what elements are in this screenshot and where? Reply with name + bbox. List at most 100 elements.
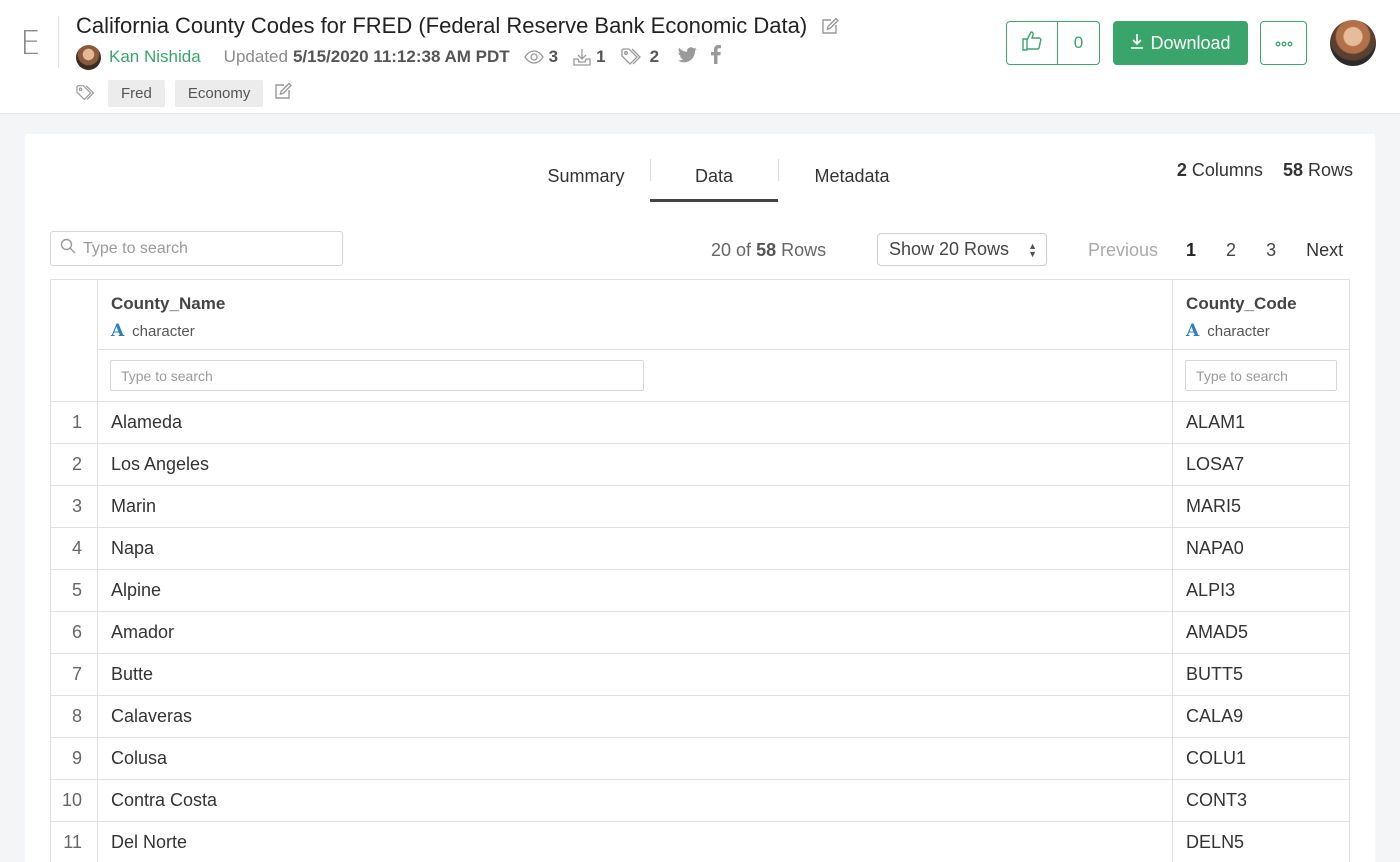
row-number: 9 <box>50 737 98 780</box>
table-row[interactable]: 11 Del Norte DELN5 <box>50 821 1350 862</box>
table-row[interactable]: 1 Alameda ALAM1 <box>50 401 1350 444</box>
tab-data[interactable]: Data <box>650 151 778 202</box>
facebook-icon[interactable] <box>711 45 722 69</box>
download-button[interactable]: Download <box>1113 21 1248 65</box>
rows-per-page-select[interactable]: Show 20 Rows ▲ ▼ <box>877 233 1047 266</box>
updated-timestamp: 5/15/2020 11:12:38 AM PDT <box>292 47 510 66</box>
tag-economy[interactable]: Economy <box>174 79 264 107</box>
county-code-filter-input[interactable] <box>1196 367 1336 384</box>
filter-cell-county-name <box>96 349 1174 402</box>
more-options-button[interactable] <box>1260 21 1307 65</box>
table-row[interactable]: 2 Los Angeles LOSA7 <box>50 443 1350 486</box>
edit-tags-icon[interactable] <box>273 81 293 106</box>
view-tabs: Summary Data Metadata <box>522 151 926 202</box>
like-group: 0 <box>1006 21 1100 65</box>
search-input[interactable] <box>83 239 323 258</box>
dataset-dimensions: 2 Columns 58 Rows <box>1177 160 1353 181</box>
county-code-cell: NAPA0 <box>1172 527 1350 570</box>
county-name-cell: Alpine <box>96 569 1174 612</box>
row-number: 1 <box>50 401 98 444</box>
county-name-cell: Del Norte <box>96 821 1174 862</box>
row-number: 3 <box>50 485 98 528</box>
row-count-summary: 20 of 58 Rows <box>711 240 826 261</box>
column-name: County_Name <box>110 294 226 313</box>
character-type-icon: A <box>110 321 125 341</box>
county-name-filter-input[interactable] <box>120 367 643 384</box>
tab-summary[interactable]: Summary <box>522 151 650 202</box>
row-number: 2 <box>50 443 98 486</box>
eye-icon <box>523 50 544 64</box>
column-type-label: character <box>1207 322 1270 340</box>
table-row[interactable]: 4 Napa NAPA0 <box>50 527 1350 570</box>
column-name: County_Code <box>1186 294 1297 313</box>
title-row: California County Codes for FRED (Federa… <box>76 13 841 39</box>
page-2-button[interactable]: 2 <box>1226 240 1236 261</box>
download-tray-icon <box>573 48 591 66</box>
page-3-button[interactable]: 3 <box>1266 240 1276 261</box>
county-code-cell: COLU1 <box>1172 737 1350 780</box>
of-label: of <box>736 240 752 260</box>
dataset-meta: Kan Nishida Updated 5/15/2020 11:12:38 A… <box>76 44 722 70</box>
table-row[interactable]: 10 Contra Costa CONT3 <box>50 779 1350 822</box>
tags-stat: 2 <box>620 47 660 67</box>
row-number: 4 <box>50 527 98 570</box>
data-card: Summary Data Metadata 2 Columns 58 Rows … <box>25 134 1375 862</box>
share-links <box>678 45 722 69</box>
county-name-cell: Marin <box>96 485 1174 528</box>
county-code-cell: LOSA7 <box>1172 443 1350 486</box>
county-name-cell: Napa <box>96 527 1174 570</box>
column-header-county-code[interactable]: County_Code A character <box>1172 279 1350 350</box>
downloads-stat: 1 <box>573 47 606 67</box>
like-count[interactable]: 0 <box>1058 22 1099 64</box>
tab-metadata[interactable]: Metadata <box>778 151 926 202</box>
page-1-button[interactable]: 1 <box>1186 240 1196 261</box>
tag-fred[interactable]: Fred <box>108 79 165 107</box>
filter-box <box>1185 360 1337 391</box>
column-type-label: character <box>132 322 195 340</box>
author-avatar[interactable] <box>76 44 101 70</box>
table-search <box>50 231 343 266</box>
app-logo[interactable]: E <box>20 26 41 59</box>
ellipsis-icon <box>1274 34 1294 52</box>
county-code-cell: DELN5 <box>1172 821 1350 862</box>
table-row[interactable]: 9 Colusa COLU1 <box>50 737 1350 780</box>
county-name-cell: Alameda <box>96 401 1174 444</box>
previous-page-button[interactable]: Previous <box>1088 240 1158 261</box>
pagination: Previous 1 2 3 Next <box>1088 240 1343 261</box>
row-number: 6 <box>50 611 98 654</box>
tags-row: Fred Economy <box>76 79 293 107</box>
dataset-title: California County Codes for FRED (Federa… <box>76 13 808 38</box>
total-count: 58 <box>756 240 777 260</box>
like-button[interactable] <box>1007 22 1058 64</box>
downloads-count: 1 <box>596 47 606 66</box>
table-row[interactable]: 6 Amador AMAD5 <box>50 611 1350 654</box>
county-name-cell: Amador <box>96 611 1174 654</box>
author-link[interactable]: Kan Nishida <box>109 47 201 67</box>
row-number: 11 <box>50 821 98 862</box>
county-code-cell: ALAM1 <box>1172 401 1350 444</box>
filter-cell-county-code <box>1172 349 1350 402</box>
county-code-cell: MARI5 <box>1172 485 1350 528</box>
row-number-header <box>50 279 98 402</box>
table-row[interactable]: 5 Alpine ALPI3 <box>50 569 1350 612</box>
table-row[interactable]: 3 Marin MARI5 <box>50 485 1350 528</box>
edit-title-icon[interactable] <box>819 15 841 37</box>
column-type: A character <box>111 321 1160 341</box>
tag-icon <box>76 84 98 102</box>
table-row[interactable]: 7 Butte BUTT5 <box>50 653 1350 696</box>
table-row[interactable]: 8 Calaveras CALA9 <box>50 695 1350 738</box>
rows-per-page-value: Show 20 Rows <box>889 239 1010 259</box>
county-code-cell: ALPI3 <box>1172 569 1350 612</box>
column-header-county-name[interactable]: County_Name A character <box>96 279 1174 350</box>
dataset-header: E California County Codes for FRED (Fede… <box>0 0 1400 114</box>
columns-label: Columns <box>1191 160 1263 180</box>
next-page-button[interactable]: Next <box>1306 240 1343 261</box>
download-icon <box>1130 33 1144 54</box>
county-name-cell: Colusa <box>96 737 1174 780</box>
twitter-icon[interactable] <box>678 46 697 68</box>
thumbs-up-icon <box>1022 30 1042 56</box>
tags-count: 2 <box>649 47 660 66</box>
rows-count: 58 <box>1282 160 1303 180</box>
row-number: 8 <box>50 695 98 738</box>
user-avatar[interactable] <box>1330 20 1376 66</box>
